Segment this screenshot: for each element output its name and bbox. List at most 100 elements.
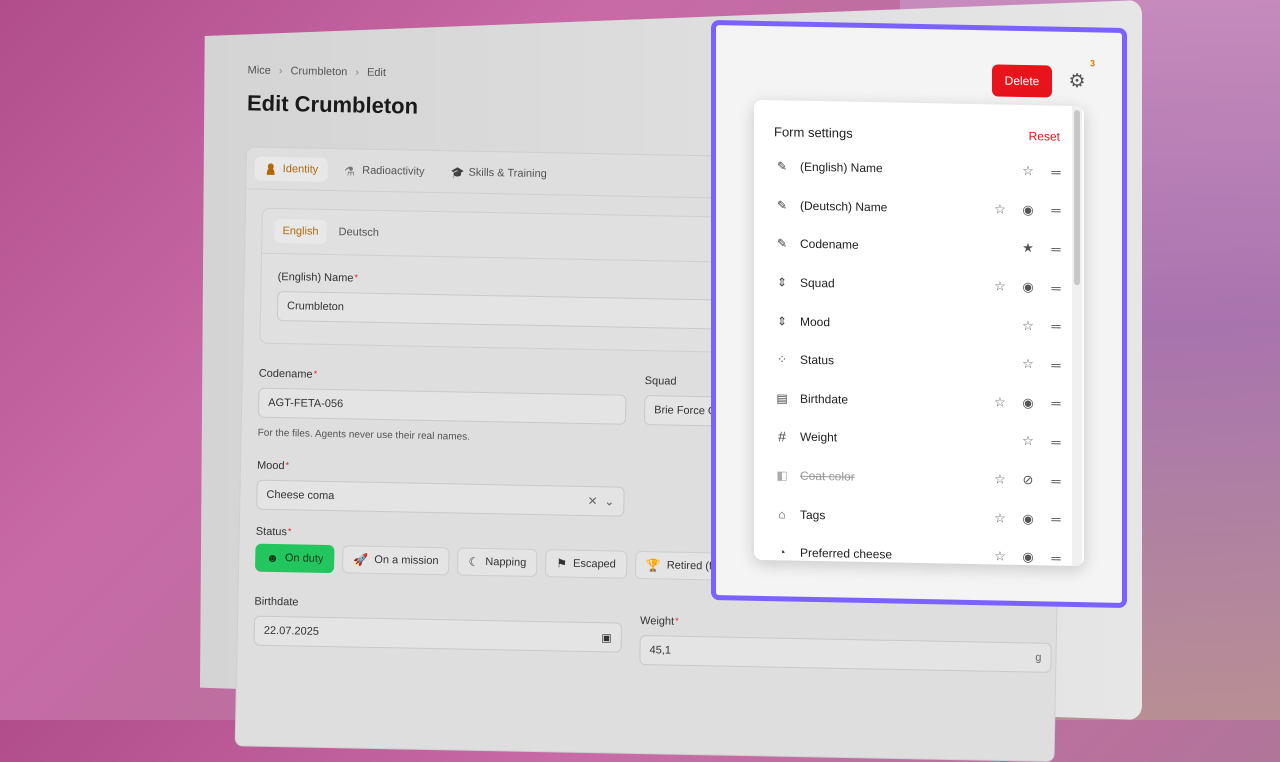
reset-button[interactable]: Reset (1029, 129, 1060, 145)
status-option-on-duty[interactable]: ☻ On duty (254, 543, 335, 574)
tab-skills-training[interactable]: Skills & Training (440, 160, 557, 186)
eye-off-icon[interactable]: ⊘ (1020, 472, 1036, 488)
tab-radioactivity[interactable]: Radioactivity (334, 158, 435, 184)
rocket-icon: 🚀 (353, 552, 369, 567)
calendar-icon[interactable]: ▣ (601, 631, 612, 644)
select-icon: ⇕ (776, 313, 788, 329)
star-outline-icon[interactable]: ☆ (992, 510, 1008, 526)
drag-handle-icon[interactable]: ═ (1048, 550, 1064, 565)
label-text: Codename (258, 367, 313, 381)
eye-icon[interactable]: ◉ (1020, 549, 1036, 565)
row-actions: ☆ ═ (984, 163, 1064, 181)
settings-row-preferred-cheese: ◔ Preferred cheese ☆ ◉ ═ (754, 533, 1084, 566)
row-label: Birthdate (800, 391, 849, 407)
mood-select[interactable]: Cheese coma ✕ ⌄ (256, 479, 625, 517)
drag-handle-icon[interactable]: ═ (1048, 434, 1064, 449)
eye-icon[interactable]: ◉ (1020, 202, 1036, 218)
pencil-icon: ✎ (776, 198, 788, 213)
row-actions: ☆ ═ (984, 433, 1064, 451)
status-option-napping[interactable]: ☾ Napping (457, 547, 538, 578)
drag-handle-icon[interactable]: ═ (1048, 396, 1064, 411)
eye-icon[interactable]: ◉ (1020, 279, 1036, 295)
panel-title: Form settings (774, 124, 853, 141)
drag-handle-icon[interactable]: ═ (1048, 319, 1064, 334)
tab-label: Radioactivity (362, 164, 425, 178)
eye-icon[interactable]: ◉ (1020, 395, 1036, 411)
tab-deutsch[interactable]: Deutsch (330, 220, 387, 245)
settings-count-badge: 3 (1090, 58, 1096, 69)
row-label: (Deutsch) Name (800, 198, 888, 215)
star-outline-icon[interactable]: ☆ (1020, 318, 1036, 334)
star-outline-icon[interactable]: ☆ (992, 201, 1008, 217)
tab-english[interactable]: English (274, 218, 327, 244)
chevron-down-icon: ⌄ (604, 494, 615, 509)
settings-row-english-name: ✎ (English) Name ☆ ═ (754, 147, 1084, 192)
breadcrumb-item-mice[interactable]: Mice (247, 64, 270, 76)
form-settings-panel: Form settings Reset ✎ (English) Name ☆ ═ … (754, 99, 1084, 567)
tab-identity[interactable]: Identity (254, 156, 329, 182)
drag-handle-icon[interactable]: ═ (1048, 473, 1064, 488)
weight-input[interactable]: 45,1 g (639, 635, 1052, 673)
select-icon: ⇕ (776, 275, 788, 290)
squad-label: Squad (644, 375, 677, 388)
breadcrumb-item-edit: Edit (366, 66, 387, 80)
settings-row-squad: ⇕ Squad ☆ ◉ ═ (754, 263, 1084, 308)
english-name-input[interactable]: Crumbleton (276, 290, 778, 331)
close-icon[interactable]: ✕ (587, 494, 597, 508)
pencil-icon: ✎ (776, 236, 788, 251)
star-outline-icon[interactable]: ☆ (1020, 163, 1036, 179)
delete-button[interactable]: Delete (992, 64, 1052, 98)
row-label: Mood (800, 314, 831, 329)
mood-value: Cheese coma (266, 488, 335, 503)
status-option-escaped[interactable]: ⚑ Escaped (545, 549, 628, 579)
row-actions: ☆ ◉ ═ (984, 278, 1064, 296)
status-option-on-mission[interactable]: 🚀 On a mission (342, 545, 450, 576)
star-outline-icon[interactable]: ☆ (1020, 356, 1036, 372)
chevron-right-icon: › (278, 64, 283, 78)
english-name-label: (English) Name* (278, 271, 359, 285)
chip-label: Escaped (572, 557, 616, 571)
codename-input[interactable]: AGT-FETA-056 (257, 387, 627, 425)
breadcrumb-item-record[interactable]: Crumbleton (290, 65, 347, 78)
drag-handle-icon[interactable]: ═ (1048, 357, 1064, 372)
label-text: Mood (256, 459, 285, 473)
weight-label: Weight* (640, 615, 679, 628)
mood-label: Mood* (257, 460, 289, 473)
star-outline-icon[interactable]: ☆ (992, 471, 1008, 487)
eye-icon[interactable]: ◉ (1020, 511, 1036, 527)
chip-label: On duty (284, 552, 324, 565)
required-marker: * (287, 526, 292, 537)
drag-handle-icon[interactable]: ═ (1048, 203, 1064, 218)
gear-icon[interactable]: ⚙ (1066, 70, 1088, 92)
star-filled-icon[interactable]: ★ (1020, 240, 1036, 256)
palette-icon: ◧ (776, 468, 788, 483)
weight-unit: g (1035, 651, 1042, 664)
star-outline-icon[interactable]: ☆ (992, 394, 1008, 410)
smile-icon: ☻ (266, 550, 280, 566)
graduation-cap-icon (450, 166, 462, 178)
drag-handle-icon[interactable]: ═ (1048, 280, 1064, 295)
settings-row-mood: ⇕ Mood ☆ ═ (754, 301, 1084, 346)
star-outline-icon[interactable]: ☆ (992, 549, 1008, 565)
pencil-icon: ✎ (776, 159, 788, 174)
star-outline-icon[interactable]: ☆ (1020, 433, 1036, 449)
person-icon (264, 162, 277, 175)
clear-and-chevron: ✕ ⌄ (587, 494, 614, 509)
label-text: Status (255, 525, 288, 539)
drag-handle-icon[interactable]: ═ (1048, 512, 1064, 527)
star-outline-icon[interactable]: ☆ (992, 278, 1008, 294)
drag-handle-icon[interactable]: ═ (1048, 241, 1064, 257)
row-actions: ☆ ◉ ═ (984, 201, 1064, 219)
status-label: Status* (256, 526, 292, 539)
row-actions: ☆ ◉ ═ (984, 394, 1064, 412)
panel-header: Form settings Reset (754, 100, 1084, 153)
settings-row-codename: ✎ Codename ★ ═ (754, 224, 1084, 269)
drag-handle-icon[interactable]: ═ (1048, 164, 1064, 179)
moon-icon: ☾ (468, 554, 480, 569)
chevron-right-icon: › (355, 66, 360, 79)
tab-label: Identity (282, 162, 319, 176)
breadcrumb: Mice › Crumbleton › Edit (247, 64, 386, 79)
birthdate-input[interactable]: 22.07.2025 ▣ (253, 615, 623, 653)
required-marker: * (313, 368, 318, 379)
scrollbar-thumb[interactable] (1074, 109, 1080, 286)
